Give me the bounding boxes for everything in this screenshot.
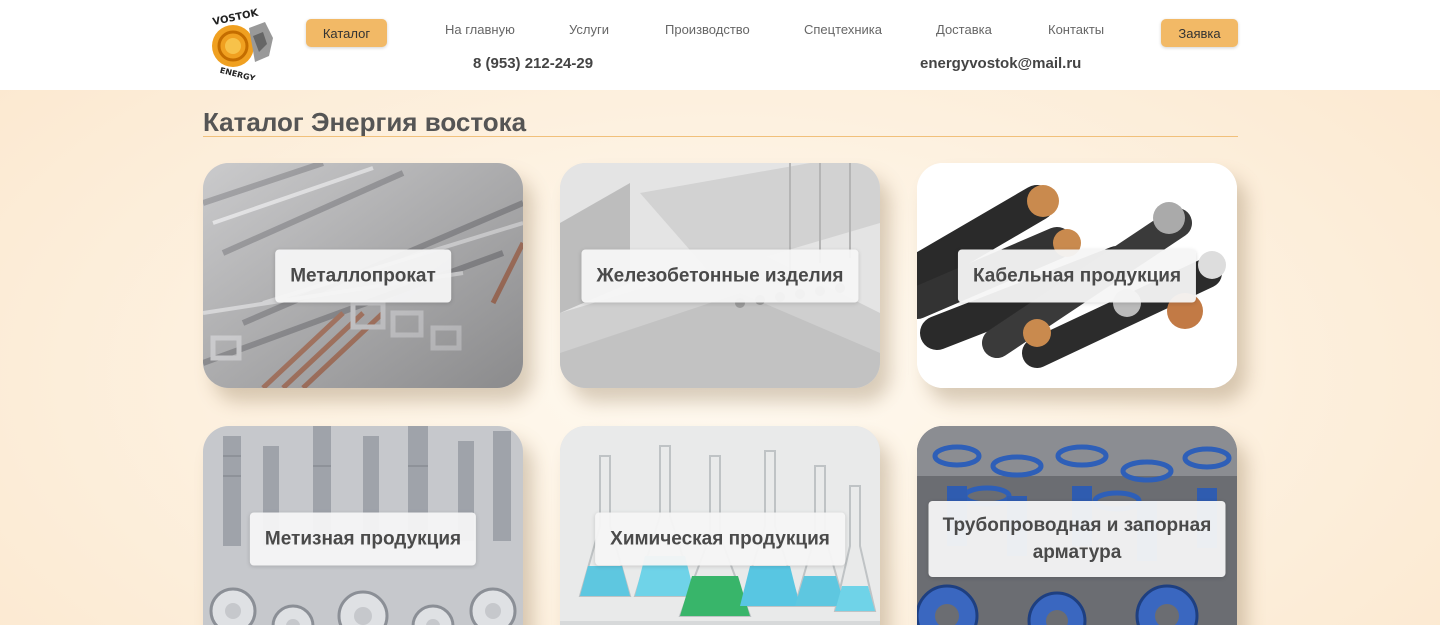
- title-divider: [203, 136, 1238, 137]
- catalog-card-concrete[interactable]: Железобетонные изделия: [560, 163, 880, 388]
- nav-home[interactable]: На главную: [445, 22, 515, 37]
- vostok-energy-logo[interactable]: VOSTOK ENERGY: [203, 7, 277, 83]
- site-header: VOSTOK ENERGY Каталог На главную Услуги …: [0, 0, 1440, 90]
- card-label: Трубопроводная и запорная арматура: [928, 500, 1226, 577]
- nav-services[interactable]: Услуги: [569, 22, 609, 37]
- email-address[interactable]: energyvostok@mail.ru: [920, 55, 1081, 72]
- nav-special-equipment[interactable]: Спецтехника: [804, 22, 882, 37]
- request-button[interactable]: Заявка: [1161, 19, 1238, 47]
- nav-contacts[interactable]: Контакты: [1048, 22, 1104, 37]
- card-label: Химическая продукция: [595, 512, 845, 565]
- card-label: Металлопрокат: [275, 249, 451, 302]
- nav-delivery[interactable]: Доставка: [936, 22, 992, 37]
- card-label: Метизная продукция: [249, 512, 477, 565]
- page-title: Каталог Энергия востока: [203, 107, 527, 137]
- nav-production[interactable]: Производство: [665, 22, 750, 37]
- card-label: Кабельная продукция: [957, 249, 1197, 302]
- catalog-button[interactable]: Каталог: [306, 19, 387, 47]
- catalog-card-metal[interactable]: Металлопрокат: [203, 163, 523, 388]
- catalog-card-valves[interactable]: Трубопроводная и запорная арматура: [917, 426, 1237, 625]
- card-label: Железобетонные изделия: [581, 249, 859, 302]
- catalog-card-fasteners[interactable]: Метизная продукция: [203, 426, 523, 625]
- catalog-card-chemicals[interactable]: Химическая продукция: [560, 426, 880, 625]
- phone-number[interactable]: 8 (953) 212-24-29: [473, 55, 593, 72]
- catalog-card-cables[interactable]: Кабельная продукция: [917, 163, 1237, 388]
